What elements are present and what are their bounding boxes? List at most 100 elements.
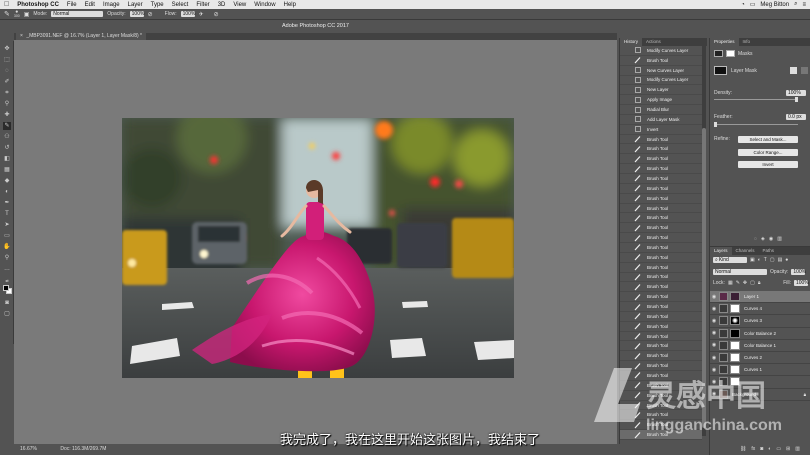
tab-history[interactable]: History bbox=[620, 38, 643, 46]
layer-row[interactable]: ◉ Curves 4 bbox=[710, 303, 810, 316]
crop-tool-icon[interactable]: ⌗ bbox=[3, 89, 11, 97]
tab-channels[interactable]: Channels bbox=[732, 247, 759, 255]
opacity-input[interactable]: 100% bbox=[129, 11, 144, 17]
more-tools-icon[interactable]: … bbox=[3, 265, 11, 273]
feather-input[interactable]: 0.0 px bbox=[786, 114, 806, 120]
density-slider-thumb[interactable] bbox=[795, 97, 798, 102]
path-select-tool-icon[interactable]: ➤ bbox=[3, 221, 11, 229]
history-item[interactable]: Modify Curves Layer bbox=[620, 76, 702, 86]
visibility-eye-icon[interactable]: ◉ bbox=[710, 294, 718, 300]
quick-select-tool-icon[interactable]: ✐ bbox=[3, 78, 11, 86]
history-item[interactable]: Brush Tool bbox=[620, 56, 702, 66]
delete-mask-icon[interactable]: ▥ bbox=[777, 236, 782, 242]
layer-row[interactable]: ◉ Layer 1 bbox=[710, 291, 810, 304]
hand-tool-icon[interactable]: ✋ bbox=[3, 243, 11, 251]
eyedropper-tool-icon[interactable]: ⚲ bbox=[3, 100, 11, 108]
tab-paths[interactable]: Paths bbox=[759, 247, 779, 255]
menu-file[interactable]: File bbox=[63, 2, 81, 8]
density-slider[interactable] bbox=[714, 97, 798, 102]
shape-tool-icon[interactable]: ▭ bbox=[3, 232, 11, 240]
new-adjustment-icon[interactable]: ◐ bbox=[768, 446, 771, 452]
eraser-tool-icon[interactable]: ◧ bbox=[3, 155, 11, 163]
history-item[interactable]: Brush Tool bbox=[620, 213, 702, 224]
menu-select[interactable]: Select bbox=[168, 2, 193, 8]
app-menu[interactable]: Photoshop CC bbox=[13, 2, 63, 8]
lock-artboard-icon[interactable]: ▢ bbox=[750, 280, 755, 286]
swap-colors-icon[interactable]: ⇄ bbox=[3, 277, 11, 285]
mode-select[interactable]: Normal bbox=[51, 11, 104, 17]
filter-toggle-icon[interactable]: ● bbox=[785, 257, 788, 263]
blend-mode-select[interactable]: Normal bbox=[713, 269, 767, 275]
lasso-tool-icon[interactable]: ◌ bbox=[3, 67, 11, 75]
brush-preset-picker[interactable]: ● 300 bbox=[14, 10, 20, 19]
layer-mask-thumbnail[interactable] bbox=[730, 304, 740, 314]
tab-info[interactable]: Info bbox=[739, 38, 755, 46]
history-item[interactable]: Add Layer Mask bbox=[620, 115, 702, 125]
menu-layer[interactable]: Layer bbox=[124, 2, 147, 8]
history-item[interactable]: Modify Curves Layer bbox=[620, 46, 702, 56]
apple-icon[interactable]:  bbox=[0, 1, 13, 8]
pen-tool-icon[interactable]: ✒ bbox=[3, 199, 11, 207]
quick-mask-icon[interactable]: ◙ bbox=[3, 299, 11, 307]
history-item[interactable]: Brush Tool bbox=[620, 292, 702, 303]
history-item[interactable]: Apply Image bbox=[620, 95, 702, 106]
history-item[interactable]: Brush Tool bbox=[620, 282, 702, 293]
tab-layers[interactable]: Layers bbox=[710, 247, 732, 255]
history-item[interactable]: Brush Tool bbox=[620, 164, 702, 175]
screen-mode-icon[interactable]: ▢ bbox=[3, 310, 11, 318]
link-layers-icon[interactable]: ⛓ bbox=[740, 446, 746, 452]
history-brush-icon[interactable]: ↺ bbox=[3, 144, 11, 152]
layer-mask-thumbnail[interactable] bbox=[730, 292, 740, 302]
flow-input[interactable]: 100% bbox=[180, 11, 195, 17]
layer-opacity-input[interactable]: 100% bbox=[791, 269, 806, 275]
lock-transparent-icon[interactable]: ▦ bbox=[728, 280, 733, 286]
gradient-tool-icon[interactable]: ▦ bbox=[3, 166, 11, 174]
lock-image-icon[interactable]: ✎ bbox=[736, 280, 740, 286]
history-item[interactable]: Brush Tool bbox=[620, 312, 702, 322]
brush-tool-icon[interactable]: ✎ bbox=[4, 10, 10, 18]
visibility-eye-icon[interactable]: ◉ bbox=[710, 318, 718, 324]
toggle-mask-icon[interactable]: ◉ bbox=[769, 236, 773, 242]
history-item[interactable]: New Curves Layer bbox=[620, 66, 702, 76]
menu-window[interactable]: Window bbox=[250, 2, 279, 8]
history-item[interactable]: Brush Tool bbox=[620, 135, 702, 145]
document-tab[interactable]: × _MBP3091.NEF @ 16.7% (Layer 1, Layer M… bbox=[16, 33, 146, 40]
dodge-tool-icon[interactable]: ◐ bbox=[3, 188, 11, 196]
layer-style-icon[interactable]: fx bbox=[751, 446, 755, 452]
layer-mask-thumbnail[interactable] bbox=[730, 316, 740, 326]
pixel-filter-icon[interactable]: ▣ bbox=[750, 257, 755, 263]
history-item[interactable]: Brush Tool bbox=[620, 194, 702, 204]
new-group-icon[interactable]: ▭ bbox=[776, 446, 781, 452]
menu-edit[interactable]: Edit bbox=[81, 2, 99, 8]
history-item[interactable]: Brush Tool bbox=[620, 273, 702, 283]
shape-filter-icon[interactable]: ▢ bbox=[770, 257, 775, 263]
history-item[interactable]: Brush Tool bbox=[620, 332, 702, 342]
tab-actions[interactable]: Actions bbox=[642, 38, 665, 46]
stamp-tool-icon[interactable]: ⚇ bbox=[3, 133, 11, 141]
history-item[interactable]: Brush Tool bbox=[620, 253, 702, 263]
pixel-mask-icon[interactable] bbox=[714, 50, 723, 57]
history-item[interactable]: Brush Tool bbox=[620, 174, 702, 184]
menu-filter[interactable]: Filter bbox=[192, 2, 213, 8]
history-item[interactable]: Brush Tool bbox=[620, 342, 702, 352]
layer-row[interactable]: ◉ Curves 3 bbox=[710, 315, 810, 328]
visibility-eye-icon[interactable]: ◉ bbox=[710, 306, 718, 312]
airbrush-icon[interactable]: ✈ bbox=[199, 11, 204, 18]
adjustment-filter-icon[interactable]: ◐ bbox=[758, 257, 761, 263]
history-item[interactable]: Brush Tool bbox=[620, 302, 702, 312]
lock-all-icon[interactable]: 🔒︎ bbox=[758, 280, 761, 286]
select-pixel-mask-icon[interactable] bbox=[790, 67, 797, 74]
spotlight-icon[interactable]: ⌕ bbox=[794, 1, 797, 8]
apply-mask-icon[interactable]: ◈ bbox=[761, 236, 765, 242]
healing-tool-icon[interactable]: ✚ bbox=[3, 111, 11, 119]
history-item[interactable]: Brush Tool bbox=[620, 233, 702, 243]
visibility-eye-icon[interactable]: ◉ bbox=[710, 330, 718, 336]
history-item[interactable]: Brush Tool bbox=[620, 154, 702, 165]
layer-row[interactable]: ◉ Color Balance 2 bbox=[710, 328, 810, 340]
menu-image[interactable]: Image bbox=[99, 2, 124, 8]
type-filter-icon[interactable]: T bbox=[764, 257, 767, 263]
history-item[interactable]: Brush Tool bbox=[620, 322, 702, 332]
density-input[interactable]: 100% bbox=[786, 90, 806, 96]
color-range-button[interactable]: Color Range... bbox=[738, 149, 798, 156]
menu-type[interactable]: Type bbox=[147, 2, 168, 8]
